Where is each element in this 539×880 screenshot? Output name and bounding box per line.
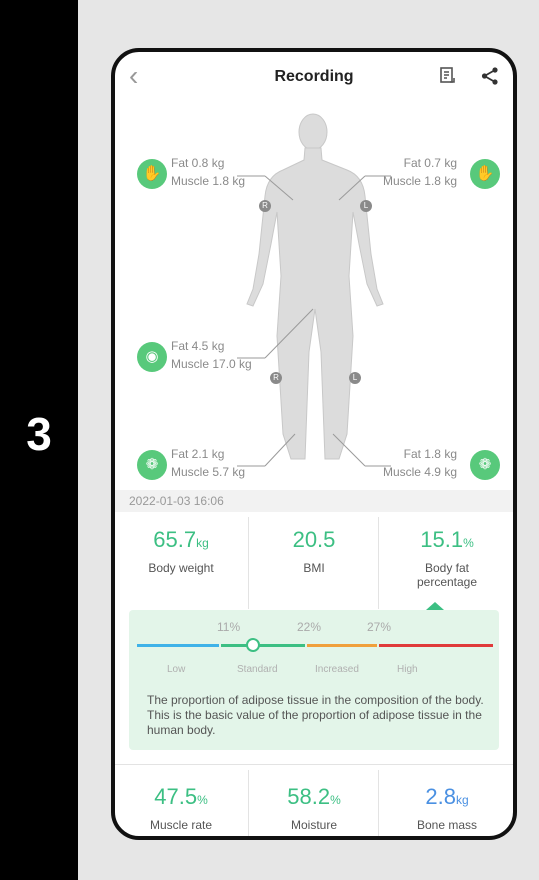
body-fat-metric[interactable]: 15.1% Body fat percentage bbox=[381, 527, 513, 589]
threshold-low: 11% bbox=[217, 620, 241, 634]
divider bbox=[378, 517, 379, 609]
trunk-labels: Fat 4.5 kg Muscle 17.0 kg bbox=[171, 337, 252, 373]
scale-high-segment bbox=[379, 644, 493, 647]
category-high: High bbox=[397, 664, 418, 675]
right-leg-badge: L bbox=[349, 372, 361, 384]
moisture-label: Moisture bbox=[290, 818, 337, 832]
divider bbox=[378, 770, 379, 836]
bone-mass-label: Bone mass bbox=[416, 818, 478, 832]
threshold-standard: 22% bbox=[297, 620, 322, 634]
right-leg-icon[interactable]: ❁ bbox=[470, 450, 500, 480]
left-arm-icon[interactable]: ✋ bbox=[137, 159, 167, 189]
muscle-rate-metric[interactable]: 47.5% Muscle rate bbox=[115, 784, 247, 832]
trunk-fat: Fat 4.5 kg bbox=[171, 339, 225, 353]
bone-mass-unit: kg bbox=[455, 793, 469, 807]
measurement-timestamp: 2022-01-03 16:06 bbox=[115, 490, 513, 512]
right-leg-muscle: Muscle 4.9 kg bbox=[382, 465, 457, 479]
bone-mass-metric[interactable]: 2.8kg Bone mass bbox=[381, 784, 513, 832]
threshold-increased: 27% bbox=[367, 620, 392, 634]
moisture-metric[interactable]: 58.2% Moisture bbox=[248, 784, 380, 832]
step-number: 3 bbox=[26, 408, 52, 460]
left-leg-labels: Fat 2.1 kg Muscle 5.7 kg bbox=[171, 445, 245, 481]
bmi-value: 20.5 bbox=[292, 527, 336, 552]
header: ‹ Recording bbox=[115, 52, 513, 104]
body-fat-label: Body fat percentage bbox=[416, 561, 478, 589]
divider bbox=[248, 770, 249, 836]
left-leg-icon[interactable]: ❁ bbox=[137, 450, 167, 480]
scale-increased-segment bbox=[307, 644, 377, 647]
trunk-icon[interactable]: ◉ bbox=[137, 342, 167, 372]
right-arm-icon[interactable]: ✋ bbox=[470, 159, 500, 189]
category-low: Low bbox=[167, 664, 186, 675]
bmi-metric[interactable]: 20.5 BMI bbox=[248, 527, 380, 575]
body-weight-metric[interactable]: 65.7kg Body weight bbox=[115, 527, 247, 575]
scale-low-segment bbox=[137, 644, 219, 647]
body-weight-unit: kg bbox=[196, 536, 209, 550]
moisture-unit: % bbox=[330, 793, 341, 807]
document-icon[interactable] bbox=[439, 67, 455, 90]
left-arm-badge: R bbox=[259, 200, 271, 212]
left-arm-fat: Fat 0.8 kg bbox=[171, 156, 225, 170]
left-leg-muscle: Muscle 5.7 kg bbox=[171, 465, 246, 479]
right-leg-fat: Fat 1.8 kg bbox=[403, 447, 457, 461]
left-leg-fat: Fat 2.1 kg bbox=[171, 447, 225, 461]
scale-standard-segment bbox=[221, 644, 305, 647]
bmi-label: BMI bbox=[303, 561, 325, 575]
body-weight-label: Body weight bbox=[148, 561, 214, 575]
moisture-value: 58.2 bbox=[287, 784, 331, 809]
scale-position-marker bbox=[246, 638, 261, 652]
right-arm-badge: L bbox=[360, 200, 372, 212]
body-fat-value: 15.1 bbox=[420, 527, 464, 552]
right-arm-labels: Fat 0.7 kg Muscle 1.8 kg bbox=[383, 154, 457, 190]
left-arm-muscle: Muscle 1.8 kg bbox=[171, 174, 246, 188]
body-weight-value: 65.7 bbox=[153, 527, 197, 552]
body-fat-detail-panel: 11% 22% 27% Low Standard Increased High … bbox=[129, 610, 499, 750]
category-increased: Increased bbox=[315, 664, 359, 675]
share-icon[interactable] bbox=[481, 67, 499, 90]
body-fat-description: The proportion of adipose tissue in the … bbox=[147, 693, 484, 737]
left-arm-labels: Fat 0.8 kg Muscle 1.8 kg bbox=[171, 154, 245, 190]
left-leg-badge: R bbox=[270, 372, 282, 384]
trunk-muscle: Muscle 17.0 kg bbox=[171, 357, 252, 371]
phone-frame: ‹ Recording ✋ Fat 0.8 kg Muscle 1.8 kg R… bbox=[111, 48, 517, 840]
muscle-rate-unit: % bbox=[197, 793, 208, 807]
bone-mass-value: 2.8 bbox=[425, 784, 456, 809]
category-standard: Standard bbox=[237, 664, 278, 675]
muscle-rate-value: 47.5 bbox=[154, 784, 198, 809]
divider bbox=[115, 764, 513, 765]
body-composition-figure: ✋ Fat 0.8 kg Muscle 1.8 kg R ✋ Fat 0.7 k… bbox=[115, 104, 513, 489]
right-arm-muscle: Muscle 1.8 kg bbox=[382, 174, 457, 188]
right-leg-labels: Fat 1.8 kg Muscle 4.9 kg bbox=[383, 445, 457, 481]
selected-metric-caret bbox=[426, 602, 444, 610]
right-arm-fat: Fat 0.7 kg bbox=[403, 156, 457, 170]
muscle-rate-label: Muscle rate bbox=[149, 818, 213, 832]
divider bbox=[248, 517, 249, 609]
body-fat-unit: % bbox=[463, 536, 474, 550]
